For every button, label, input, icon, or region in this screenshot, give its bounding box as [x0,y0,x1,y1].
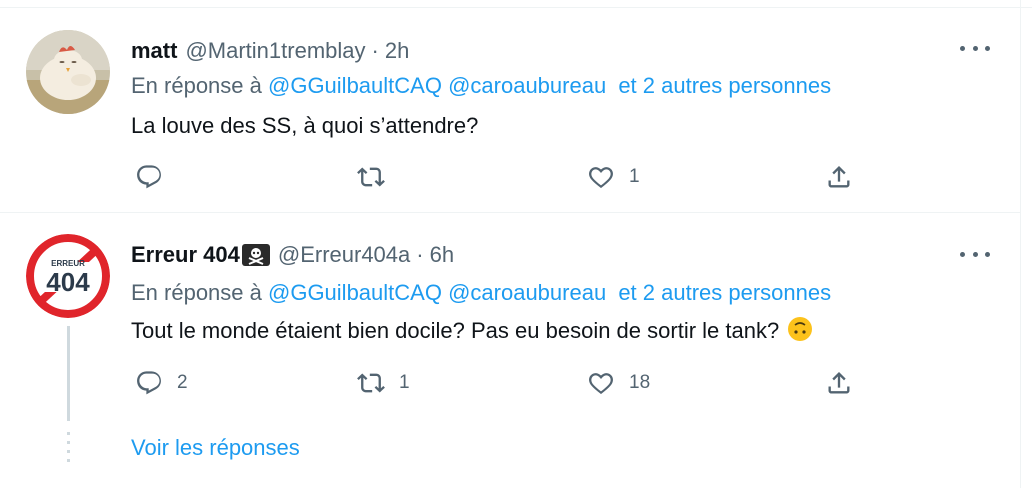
retweet-count: 1 [399,372,410,393]
separator: · [416,242,424,267]
like-icon [589,167,613,189]
retweet-icon [357,373,385,393]
like-button[interactable]: 18 [587,369,650,397]
separator: · [371,38,379,63]
tweet-text-body: Tout le monde étaient bien docile? Pas e… [131,318,780,343]
reply-button[interactable]: 2 [135,369,188,397]
reply-prefix: En réponse à [131,73,262,98]
reply-prefix: En réponse à [131,280,262,305]
avatar[interactable] [26,30,110,114]
like-button[interactable]: 1 [587,163,640,191]
like-count: 18 [629,372,651,393]
tweet[interactable]: ERREUR 404 Erreur 404 @Erreur404a · 6h E… [0,214,1020,488]
more-icon[interactable] [960,244,990,264]
reply-count: 2 [177,372,188,393]
retweet-button[interactable]: 1 [357,369,410,397]
retweet-icon [357,167,385,187]
others-link[interactable]: et 2 autres personnes [618,280,831,305]
author-handle[interactable]: @Erreur404a [278,242,410,268]
reply-context: En réponse à @GGuilbaultCAQ @caroauburea… [131,280,831,306]
timestamp[interactable]: 6h [430,242,454,268]
see-replies-link[interactable]: Voir les réponses [131,435,300,461]
tweet-actions: 2 1 18 [131,369,871,399]
reply-button[interactable] [135,163,177,191]
thread-dots [67,432,70,466]
skull-flag-icon [241,244,270,266]
share-button[interactable] [825,369,853,397]
like-count: 1 [629,166,640,187]
author-name[interactable]: Erreur 404 [131,242,240,268]
mention-link[interactable]: @caroaubureau [448,73,606,98]
avatar[interactable]: ERREUR 404 [26,234,110,318]
reply-context: En réponse à @GGuilbaultCAQ @caroauburea… [131,73,831,99]
like-icon [589,373,613,395]
tweet[interactable]: matt @Martin1tremblay · 2h En réponse à … [0,8,1020,213]
more-icon[interactable] [960,38,990,58]
author-name[interactable]: matt [131,38,177,64]
avatar-label-main: 404 [46,267,90,297]
share-button[interactable] [825,163,853,191]
thread-line [67,326,70,421]
share-icon [828,372,850,394]
mention-link[interactable]: @caroaubureau [448,280,606,305]
top-divider [0,0,1032,8]
mention-link[interactable]: @GGuilbaultCAQ [268,73,442,98]
author-handle[interactable]: @Martin1tremblay [185,38,365,64]
timestamp[interactable]: 2h [385,38,409,64]
tweet-header: matt @Martin1tremblay · 2h [131,36,409,66]
share-icon [828,166,850,188]
tweet-text: Tout le monde étaient bien docile? Pas e… [131,316,813,344]
retweet-button[interactable] [357,163,399,191]
column-divider [1020,0,1021,488]
reply-icon [137,165,161,189]
reply-icon [137,371,161,395]
tweet-actions: 1 [131,163,871,193]
upside-down-face-icon [788,317,813,341]
tweet-header: Erreur 404 @Erreur404a · 6h [131,240,454,270]
tweet-text: La louve des SS, à quoi s’attendre? [131,113,479,138]
others-link[interactable]: et 2 autres personnes [618,73,831,98]
mention-link[interactable]: @GGuilbaultCAQ [268,280,442,305]
